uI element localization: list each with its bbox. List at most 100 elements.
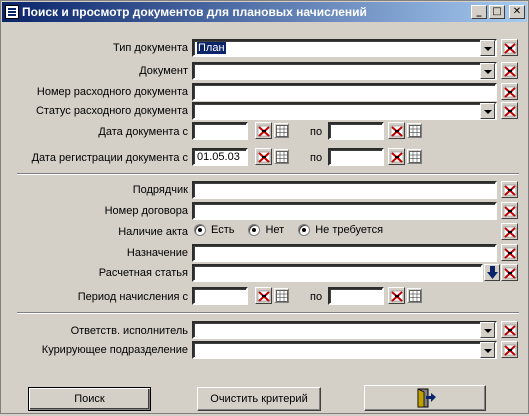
reg-date-to-label: по xyxy=(310,152,323,164)
act-radio-group: Есть Нет Не требуется xyxy=(194,224,397,236)
executor-dropdown-button[interactable] xyxy=(480,322,495,338)
clear-icon xyxy=(503,183,517,197)
period-from-input[interactable] xyxy=(192,287,248,305)
clear-icon xyxy=(503,41,517,55)
reg-date-from-clear-button[interactable] xyxy=(255,148,272,165)
maximize-button[interactable]: □ xyxy=(489,5,505,19)
act-radio-no-label: Нет xyxy=(265,224,285,236)
clear-icon xyxy=(503,85,517,99)
period-from-clear-button[interactable] xyxy=(255,287,272,304)
doc-type-clear-button[interactable] xyxy=(501,39,518,56)
reg-date-to-clear-button[interactable] xyxy=(388,148,405,165)
period-label: Период начисления с xyxy=(77,291,188,303)
document-combo[interactable] xyxy=(192,62,497,80)
act-radio-not-required[interactable] xyxy=(298,224,311,236)
clear-icon xyxy=(390,289,404,303)
title-bar: Поиск и просмотр документов для плановых… xyxy=(2,2,527,22)
document-clear-button[interactable] xyxy=(501,62,518,79)
doc-date-from-calendar-button[interactable] xyxy=(274,123,289,138)
contract-number-label: Номер договора xyxy=(104,205,188,217)
doc-date-to-input[interactable] xyxy=(328,122,384,140)
contract-number-clear-button[interactable] xyxy=(501,202,518,219)
period-to-calendar-button[interactable] xyxy=(407,288,422,303)
period-to-input[interactable] xyxy=(328,287,384,305)
expense-doc-status-clear-button[interactable] xyxy=(501,102,518,119)
act-radio-yes-label: Есть xyxy=(211,224,235,236)
clear-icon xyxy=(257,289,271,303)
account-item-clear-button[interactable] xyxy=(501,264,518,281)
search-window: Поиск и просмотр документов для плановых… xyxy=(0,0,529,414)
clear-icon xyxy=(503,104,517,118)
executor-combo[interactable] xyxy=(192,321,497,339)
period-to-label: по xyxy=(310,291,323,303)
calendar-icon xyxy=(276,151,288,163)
period-to-clear-button[interactable] xyxy=(388,287,405,304)
calendar-icon xyxy=(276,125,288,137)
app-icon xyxy=(5,5,19,19)
act-radio-not-required-label: Не требуется xyxy=(315,224,384,236)
separator xyxy=(17,173,519,175)
expense-doc-status-combo[interactable] xyxy=(192,102,497,120)
purpose-clear-button[interactable] xyxy=(501,244,518,261)
doc-date-to-label: по xyxy=(310,126,323,138)
expense-doc-status-label: Статус расходного документа xyxy=(35,105,188,117)
clear-icon xyxy=(503,323,517,337)
act-clear-button[interactable] xyxy=(501,223,518,240)
arrow-down-icon xyxy=(487,266,498,279)
executor-label: Ответств. исполнитель xyxy=(70,325,188,337)
clear-icon xyxy=(503,246,517,260)
doc-type-value: План xyxy=(197,42,226,54)
reg-date-from-input[interactable]: 01.05.03 xyxy=(192,148,248,166)
calendar-icon xyxy=(409,290,421,302)
act-radio-no[interactable] xyxy=(248,224,261,236)
doc-type-label: Тип документа xyxy=(112,42,188,54)
clear-icon xyxy=(503,343,517,357)
calendar-icon xyxy=(276,290,288,302)
expense-doc-number-clear-button[interactable] xyxy=(501,83,518,100)
close-button[interactable]: ✕ xyxy=(509,5,525,19)
reg-date-to-calendar-button[interactable] xyxy=(407,149,422,164)
calendar-icon xyxy=(409,151,421,163)
reg-date-to-input[interactable] xyxy=(328,148,384,166)
department-dropdown-button[interactable] xyxy=(480,342,495,358)
reg-date-from-calendar-button[interactable] xyxy=(274,149,289,164)
contractor-clear-button[interactable] xyxy=(501,181,518,198)
purpose-input[interactable] xyxy=(192,244,497,262)
doc-type-combo[interactable]: План xyxy=(192,39,497,57)
clear-icon xyxy=(257,124,271,138)
account-item-label: Расчетная статья xyxy=(98,267,188,279)
act-label: Наличие акта xyxy=(118,226,188,238)
clear-criteria-button[interactable]: Очистить критерий xyxy=(197,387,321,411)
account-item-select-button[interactable] xyxy=(484,264,500,281)
doc-type-dropdown-button[interactable] xyxy=(480,40,495,56)
contractor-label: Подрядчик xyxy=(132,184,188,196)
doc-date-to-calendar-button[interactable] xyxy=(407,123,422,138)
department-clear-button[interactable] xyxy=(501,341,518,358)
act-radio-yes[interactable] xyxy=(194,224,206,236)
minimize-button[interactable]: _ xyxy=(471,5,487,19)
expense-doc-number-label: Номер расходного документа xyxy=(36,86,188,98)
expense-doc-number-input[interactable] xyxy=(192,83,497,101)
contractor-input[interactable] xyxy=(192,181,497,199)
doc-date-from-clear-button[interactable] xyxy=(255,122,272,139)
expense-doc-status-dropdown-button[interactable] xyxy=(480,103,495,119)
department-combo[interactable] xyxy=(192,341,497,359)
clear-icon xyxy=(503,225,517,239)
period-from-calendar-button[interactable] xyxy=(274,288,289,303)
purpose-label: Назначение xyxy=(126,247,188,259)
contract-number-input[interactable] xyxy=(192,202,497,220)
search-button[interactable]: Поиск xyxy=(28,387,151,411)
document-dropdown-button[interactable] xyxy=(480,63,495,79)
clear-icon xyxy=(390,150,404,164)
clear-icon xyxy=(257,150,271,164)
reg-date-label: Дата регистрации документа с xyxy=(31,152,188,164)
executor-clear-button[interactable] xyxy=(501,321,518,338)
exit-button[interactable] xyxy=(364,385,486,411)
clear-icon xyxy=(503,64,517,78)
clear-icon xyxy=(503,204,517,218)
document-label: Документ xyxy=(139,65,188,77)
doc-date-to-clear-button[interactable] xyxy=(388,122,405,139)
doc-date-from-input[interactable] xyxy=(192,122,248,140)
account-item-input[interactable] xyxy=(192,264,483,282)
department-label: Курирующее подразделение xyxy=(41,344,188,356)
